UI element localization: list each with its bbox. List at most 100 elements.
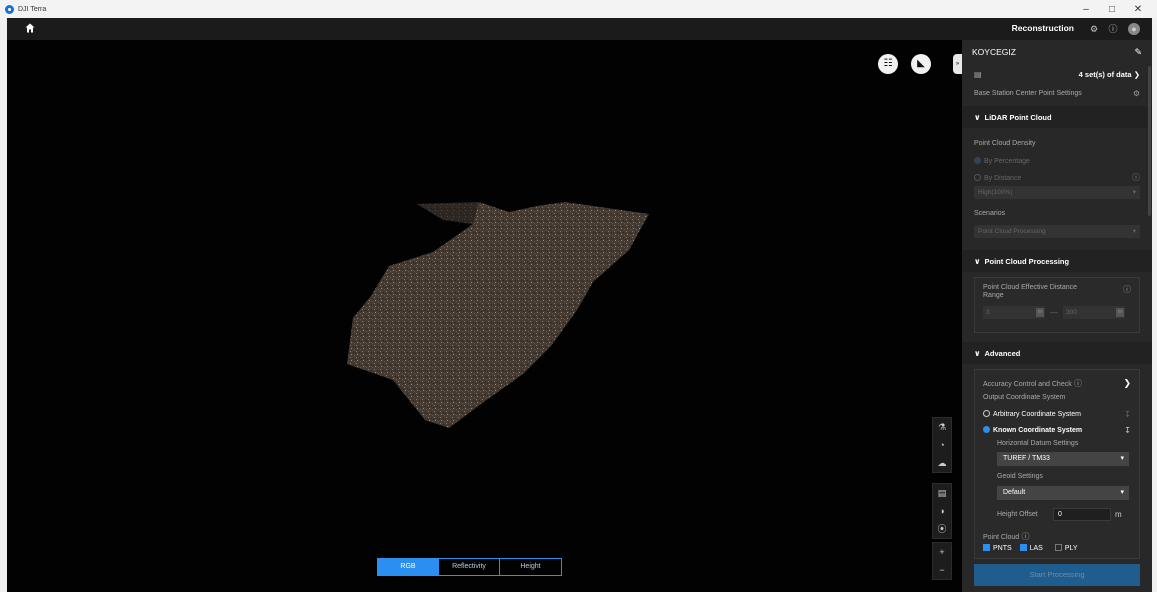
zoom-in-button[interactable]: + bbox=[933, 543, 951, 561]
by-distance-label: By Distance bbox=[984, 174, 1022, 182]
gauge-icon[interactable]: ◔ bbox=[933, 436, 951, 454]
3d-viewport[interactable]: ☷ ◣ » ⚗ ◔ ☁ ▤ ◑ ⦿ + − RGB Reflectivity H… bbox=[7, 40, 962, 592]
measure-tool-icon[interactable]: ☷ bbox=[878, 54, 898, 74]
close-button[interactable]: ✕ bbox=[1125, 4, 1151, 15]
arbitrary-cs-option[interactable]: Arbitrary Coordinate System ↧ bbox=[975, 406, 1139, 422]
known-cs-radio[interactable] bbox=[983, 426, 990, 433]
point-cloud-model bbox=[347, 202, 649, 428]
max-distance-input[interactable]: 300 m bbox=[1063, 306, 1125, 319]
tab-height[interactable]: Height bbox=[500, 559, 561, 575]
layers-icon[interactable]: ⚗ bbox=[933, 418, 951, 436]
scenarios-label: Scenarios bbox=[974, 210, 1006, 217]
info-icon[interactable]: ⓘ bbox=[1132, 172, 1140, 183]
chevron-down-icon: ▾ bbox=[1132, 228, 1136, 235]
target-icon[interactable]: ⦿ bbox=[933, 520, 951, 538]
chevron-down-icon: ∨ bbox=[974, 112, 981, 122]
horizontal-datum-select[interactable]: TUREF / TM33 ▾ bbox=[997, 452, 1129, 466]
help-icon[interactable]: ⓘ bbox=[1107, 23, 1119, 35]
arbitrary-cs-radio[interactable] bbox=[983, 410, 990, 417]
known-cs-option[interactable]: Known Coordinate System ↧ bbox=[975, 422, 1139, 438]
geoid-select[interactable]: Default ▾ bbox=[997, 486, 1129, 500]
geoid-label: Geoid Settings bbox=[997, 473, 1043, 480]
ruler-tool-icon[interactable]: ◣ bbox=[911, 54, 931, 74]
max-unit-badge: m bbox=[1115, 308, 1124, 317]
point-cloud-label: Point Cloud bbox=[983, 534, 1020, 541]
edit-pencil-icon[interactable]: ✎ bbox=[1134, 47, 1142, 58]
by-distance-radio[interactable] bbox=[974, 173, 981, 181]
grid-icon[interactable]: ▤ bbox=[933, 484, 951, 502]
panel-scrollbar[interactable] bbox=[1148, 66, 1151, 216]
las-label: LAS bbox=[1029, 545, 1043, 552]
height-offset-input[interactable]: 0 bbox=[1053, 507, 1111, 521]
mode-label[interactable]: Reconstruction bbox=[1012, 23, 1074, 33]
las-checkbox[interactable] bbox=[1019, 544, 1027, 551]
shading-icon[interactable]: ◑ bbox=[933, 502, 951, 520]
chevron-down-icon: ▾ bbox=[1120, 489, 1124, 496]
horizontal-datum-value: TUREF / TM33 bbox=[1003, 455, 1050, 462]
by-percentage-option[interactable]: By Percentage bbox=[962, 156, 1152, 170]
output-cs-row: Output Coordinate System bbox=[975, 392, 1139, 406]
by-percentage-radio[interactable] bbox=[974, 157, 981, 164]
tab-reflectivity[interactable]: Reflectivity bbox=[439, 559, 500, 575]
section-advanced[interactable]: ∨ Advanced bbox=[962, 342, 1152, 364]
import-icon[interactable]: ↧ bbox=[1124, 426, 1131, 435]
app-header: Reconstruction ⚙ ⓘ ● bbox=[7, 18, 1152, 40]
geoid-value: Default bbox=[1003, 489, 1026, 496]
base-station-row[interactable]: Base Station Center Point Settings ⚙ bbox=[962, 84, 1152, 102]
chevron-right-icon: ❯ bbox=[1133, 69, 1140, 79]
ply-label: PLY bbox=[1064, 545, 1078, 552]
chevron-down-icon: ∨ bbox=[974, 256, 981, 266]
density-select[interactable]: High(100%) ▾ bbox=[974, 186, 1140, 199]
import-icon: ↧ bbox=[1124, 409, 1131, 419]
tab-rgb[interactable]: RGB bbox=[378, 559, 439, 575]
accuracy-row[interactable]: Accuracy Control and Check ⓘ ❯ bbox=[975, 374, 1139, 392]
section-lidar[interactable]: ∨ LiDAR Point Cloud bbox=[962, 106, 1152, 128]
scenarios-row: Scenarios bbox=[962, 199, 1152, 223]
maximize-button[interactable]: □ bbox=[1099, 4, 1125, 15]
chevron-down-icon: ▾ bbox=[1132, 189, 1136, 196]
dji-terra-logo-icon bbox=[5, 4, 14, 14]
scenarios-select[interactable]: Point Cloud Processing ▾ bbox=[974, 225, 1140, 238]
scenarios-value: Point Cloud Processing bbox=[978, 228, 1046, 235]
chevron-down-icon: ∨ bbox=[974, 348, 981, 358]
density-row: Point Cloud Density bbox=[962, 128, 1152, 156]
expand-toolbar-icon[interactable]: » bbox=[953, 54, 962, 74]
accuracy-label: Accuracy Control and Check bbox=[983, 380, 1072, 388]
min-distance-value: 3 bbox=[986, 309, 990, 316]
info-icon[interactable]: ⓘ bbox=[1123, 284, 1131, 300]
section-processing-title: Point Cloud Processing bbox=[984, 256, 1070, 266]
pnts-checkbox[interactable] bbox=[983, 544, 990, 551]
folder-icon: ▤ bbox=[974, 69, 982, 79]
project-header: KOYCEGIZ ✎ bbox=[962, 40, 1152, 64]
window-controls: – □ ✕ bbox=[1073, 0, 1151, 18]
height-offset-label: Height Offset bbox=[997, 510, 1038, 518]
by-percentage-label: By Percentage bbox=[984, 158, 1030, 165]
info-icon[interactable]: ⓘ bbox=[1021, 532, 1029, 541]
minimize-button[interactable]: – bbox=[1073, 4, 1099, 15]
cloud-icon[interactable]: ☁ bbox=[933, 454, 951, 472]
view-tools-group: ⚗ ◔ ☁ bbox=[932, 417, 952, 473]
chevron-right-icon[interactable]: ❯ bbox=[1123, 378, 1131, 389]
home-button[interactable] bbox=[15, 21, 45, 37]
gear-icon[interactable]: ⚙ bbox=[1133, 89, 1140, 98]
format-checkboxes: PNTS LAS PLY bbox=[975, 541, 1139, 555]
data-sets-row[interactable]: ▤ 4 set(s) of data ❯ bbox=[962, 64, 1152, 84]
advanced-box: Accuracy Control and Check ⓘ ❯ Output Co… bbox=[974, 369, 1140, 559]
zoom-out-button[interactable]: − bbox=[933, 561, 951, 579]
distance-range-label: Point Cloud Effective Distance Range bbox=[983, 284, 1078, 299]
min-distance-input[interactable]: 3 m bbox=[983, 306, 1045, 319]
start-processing-button[interactable]: Start Processing bbox=[974, 564, 1140, 586]
info-icon[interactable]: ⓘ bbox=[1074, 379, 1082, 388]
range-separator: — bbox=[1050, 308, 1058, 317]
ply-checkbox[interactable] bbox=[1054, 544, 1062, 551]
zoom-tools-group: + − bbox=[932, 542, 952, 580]
user-avatar-icon[interactable]: ● bbox=[1128, 23, 1140, 35]
project-name: KOYCEGIZ bbox=[972, 47, 1016, 57]
by-distance-option[interactable]: By Distance ⓘ bbox=[962, 170, 1152, 184]
min-unit-badge: m bbox=[1035, 308, 1044, 317]
section-processing[interactable]: ∨ Point Cloud Processing bbox=[962, 250, 1152, 272]
settings-gear-icon[interactable]: ⚙ bbox=[1088, 23, 1100, 35]
arbitrary-cs-label: Arbitrary Coordinate System bbox=[993, 411, 1081, 418]
known-cs-label: Known Coordinate System bbox=[993, 427, 1083, 434]
pnts-label: PNTS bbox=[993, 545, 1012, 552]
